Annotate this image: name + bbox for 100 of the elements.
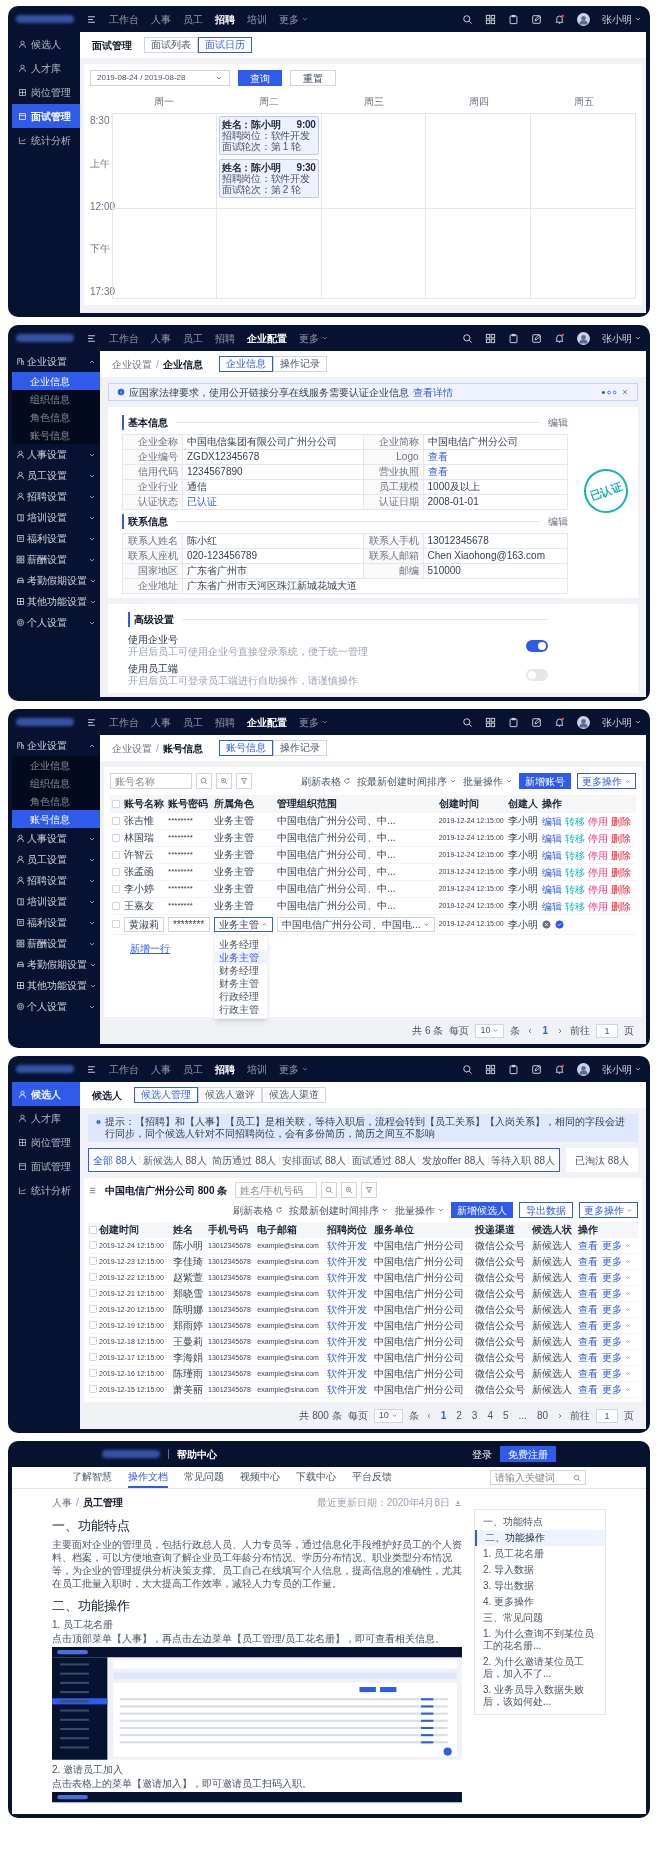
disable-link[interactable]: 停用 [587,900,608,912]
more-actions-button[interactable]: 更多操作 [577,773,636,789]
nav-item[interactable]: 工作台 [109,330,139,346]
login-link[interactable]: 登录 [472,1446,492,1462]
page-input[interactable]: 1 [596,1408,618,1423]
scope-select[interactable]: 中国电信广州分公司、中国电... [277,917,435,932]
menu-icon[interactable] [86,332,97,344]
more-menu[interactable]: 更多 [602,1238,632,1253]
page-number[interactable]: ... [516,1408,529,1423]
add-row-link[interactable]: 新增一行 [130,941,170,956]
view-link[interactable]: 查看 [578,1304,599,1315]
tab[interactable]: 了解智慧 [72,1467,112,1488]
toc-item[interactable]: 一、功能特点 [475,1514,605,1530]
sidebar-subitem[interactable]: 企业信息 [12,756,100,774]
sidebar-subitem[interactable]: 角色信息 [12,792,100,810]
zoom-button[interactable] [216,773,232,789]
dropdown-option[interactable]: 业务主管 [215,951,268,964]
checkbox[interactable] [89,1385,97,1393]
sidebar-group[interactable]: 招聘设置 [12,870,100,891]
page-number[interactable]: 5 [500,1408,511,1423]
sidebar-subitem[interactable]: 组织信息 [12,774,100,792]
field-link[interactable]: 查看 [427,451,448,462]
tab[interactable]: 下载中心 [296,1467,336,1488]
cancel-icon[interactable] [541,920,551,929]
role-select[interactable]: 业务主管 [214,917,274,932]
confirm-icon[interactable] [554,920,564,929]
toc-item[interactable]: 3. 业务员导入数据失败后，该如何处... [475,1682,605,1710]
tab[interactable]: 常见问题 [184,1467,224,1488]
disable-link[interactable]: 停用 [587,849,608,861]
tab[interactable]: 账号信息 [218,740,273,756]
checkbox[interactable] [112,884,120,893]
search-icon[interactable] [462,332,473,344]
search-icon[interactable] [462,1063,473,1075]
job-link[interactable]: 软件开发 [326,1285,373,1302]
more-actions-button[interactable]: 更多操作 [579,1202,638,1218]
edit-icon[interactable] [531,716,542,728]
more-menu[interactable]: 更多 [602,1254,632,1269]
sidebar-group[interactable]: 培训设置 [12,891,100,912]
nav-item[interactable]: 人事 [151,11,171,27]
view-link[interactable]: 查看 [578,1288,599,1299]
tab[interactable]: 操作记录 [272,356,327,372]
tab[interactable]: 操作记录 [272,740,327,756]
nav-more-menu[interactable]: 更多 [279,11,309,27]
tab[interactable]: 面试列表 [144,37,198,53]
dropdown-button[interactable]: 按最新创建时间排序 [357,773,457,789]
download-icon[interactable] [454,1498,462,1507]
status-filter[interactable]: 安排面试 88人 [282,1152,347,1168]
input-field[interactable]: ******** [168,917,211,932]
view-link[interactable]: 查看 [578,1368,599,1379]
date-range-field[interactable]: 2019-08-24 / 2019-08-28 [90,70,230,86]
status-filter[interactable]: 等待入职 88人 [491,1152,556,1168]
job-link[interactable]: 软件开发 [326,1317,373,1334]
details-link[interactable]: 查看详情 [413,384,453,400]
sidebar-item[interactable]: 岗位管理 [12,80,80,104]
nav-item[interactable]: 招聘 [215,1061,235,1077]
dropdown-button[interactable]: 按最新创建时间排序 [289,1202,389,1218]
sidebar-item[interactable]: 统计分析 [12,128,80,152]
nav-item[interactable]: 招聘 [215,11,235,27]
disable-link[interactable]: 停用 [587,832,608,844]
add-candidate-button[interactable]: 新增候选人 [451,1202,513,1218]
sidebar-subitem[interactable]: 角色信息 [12,408,100,426]
nav-item[interactable]: 员工 [183,714,203,730]
view-link[interactable]: 查看 [578,1272,599,1283]
notification-icon[interactable] [554,13,565,25]
sidebar-group[interactable]: 其他功能设置 [12,591,100,612]
clipboard-icon[interactable] [508,13,519,25]
tab[interactable]: 视频中心 [240,1467,280,1488]
disable-link[interactable]: 停用 [587,815,608,827]
view-link[interactable]: 查看 [578,1336,599,1347]
checkbox[interactable] [112,850,120,859]
sidebar-item[interactable]: 候选人 [12,1082,80,1106]
sidebar-group[interactable]: 考勤假期设置 [12,954,100,975]
export-button[interactable]: 导出数据 [519,1202,573,1218]
reset-button[interactable]: 重置 [290,70,336,86]
nav-item[interactable]: 招聘 [215,330,235,346]
sidebar-group[interactable]: 薪酬设置 [12,933,100,954]
edit-link[interactable]: 编辑 [548,514,568,529]
sidebar-group[interactable]: 人事设置 [12,828,100,849]
grid-icon[interactable] [485,13,496,25]
tab[interactable]: 候选人渠道 [262,1087,326,1103]
checkbox[interactable] [112,799,120,808]
sidebar-group[interactable]: 企业设置 [12,735,100,756]
dropdown-option[interactable]: 行政主管 [215,1003,268,1016]
notification-icon[interactable] [554,716,565,728]
checkbox[interactable] [89,1225,97,1234]
checkbox[interactable] [89,1321,97,1329]
collapse-icon[interactable] [88,1185,97,1195]
checkbox[interactable] [112,901,120,910]
job-link[interactable]: 软件开发 [326,1253,373,1270]
checkbox[interactable] [112,920,120,928]
page-number[interactable]: 4 [485,1408,495,1423]
sidebar-group[interactable]: 个人设置 [12,612,100,633]
status-filter[interactable]: 面试通过 88人 [351,1152,416,1168]
notification-icon[interactable] [554,1063,565,1075]
sidebar-group[interactable]: 培训设置 [12,507,100,528]
user-menu[interactable]: 张小明 [602,1061,642,1077]
page-number[interactable]: 1 [540,1023,550,1038]
field-link[interactable]: 已认证 [187,496,217,507]
menu-icon[interactable] [86,716,97,728]
checkbox[interactable] [112,833,120,842]
